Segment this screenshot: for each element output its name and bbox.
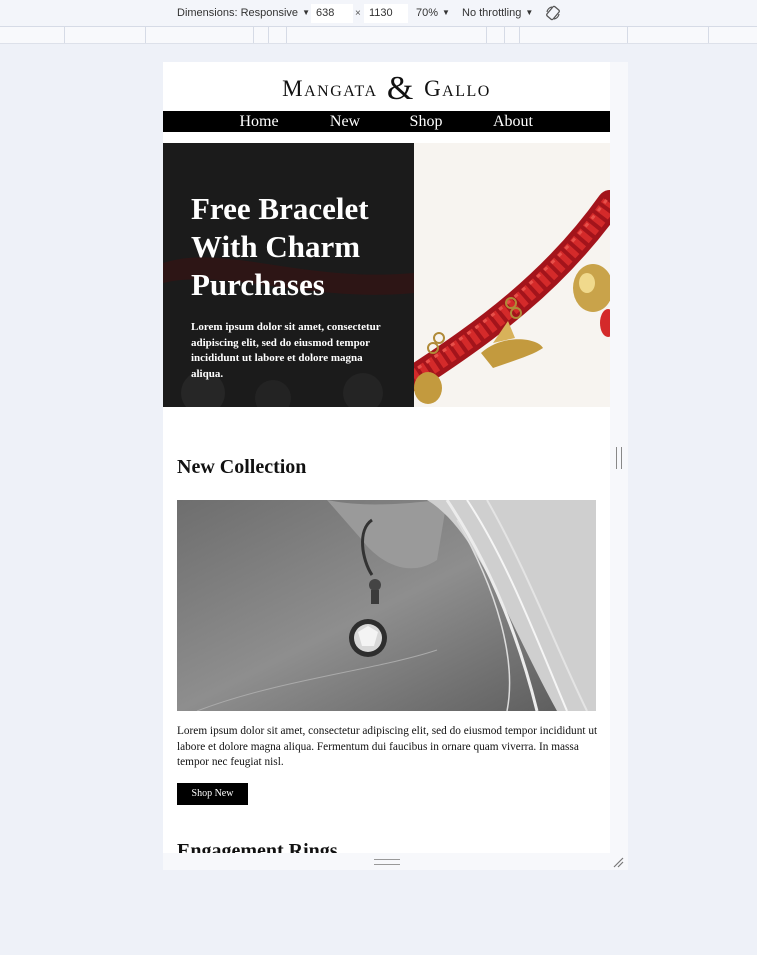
chevron-down-icon: ▼ (525, 8, 534, 17)
new-collection-heading: New Collection (177, 456, 307, 478)
logo-text-gallo: Gallo (424, 76, 491, 101)
zoom-dropdown[interactable]: 70% ▼ (416, 7, 450, 19)
times-label: × (355, 8, 361, 19)
width-input[interactable]: 638 (311, 4, 353, 23)
height-input[interactable]: 1130 (364, 4, 408, 23)
dimensions-label: Dimensions: Responsive (177, 7, 299, 19)
media-query-ruler[interactable] (0, 27, 757, 44)
nav-shop[interactable]: Shop (401, 111, 451, 132)
rotate-icon[interactable] (545, 5, 561, 21)
resize-bottom-handle[interactable] (374, 859, 400, 865)
hero-title: Free Bracelet With Charm Purchases (191, 191, 369, 302)
logo-ampersand: & (386, 70, 415, 107)
hero-description: Lorem ipsum dolor sit amet, consectetur … (191, 321, 381, 380)
shop-new-button[interactable]: Shop New (177, 783, 248, 805)
nav-about[interactable]: About (485, 111, 541, 132)
device-viewport: Mangata & Gallo Home New Shop About Free… (163, 62, 610, 853)
chevron-down-icon: ▼ (442, 8, 450, 17)
site-logo[interactable]: Mangata & Gallo (163, 70, 610, 108)
collection-description: Lorem ipsum dolor sit amet, consectetur … (177, 725, 598, 768)
nav-new[interactable]: New (320, 111, 370, 132)
dimensions-dropdown[interactable]: Dimensions: Responsive ▼ (177, 7, 310, 19)
resize-right-handle[interactable] (616, 447, 622, 469)
zoom-label: 70% (416, 7, 439, 19)
throttling-label: No throttling (462, 7, 522, 19)
chevron-down-icon: ▼ (302, 8, 310, 17)
throttling-dropdown[interactable]: No throttling ▼ (462, 7, 533, 19)
engagement-rings-heading: Engagement Rings (177, 840, 338, 853)
hero-text-panel: Free Bracelet With Charm Purchases Lorem… (163, 143, 414, 407)
logo-text-mangata: Mangata (282, 76, 378, 101)
nav-home[interactable]: Home (229, 111, 289, 132)
earring-image (177, 500, 596, 711)
device-toolbar: Dimensions: Responsive ▼ 638 × 1130 70% ▼ … (0, 0, 757, 27)
resize-corner-icon[interactable] (612, 856, 624, 868)
main-nav: Home New Shop About (163, 111, 610, 132)
